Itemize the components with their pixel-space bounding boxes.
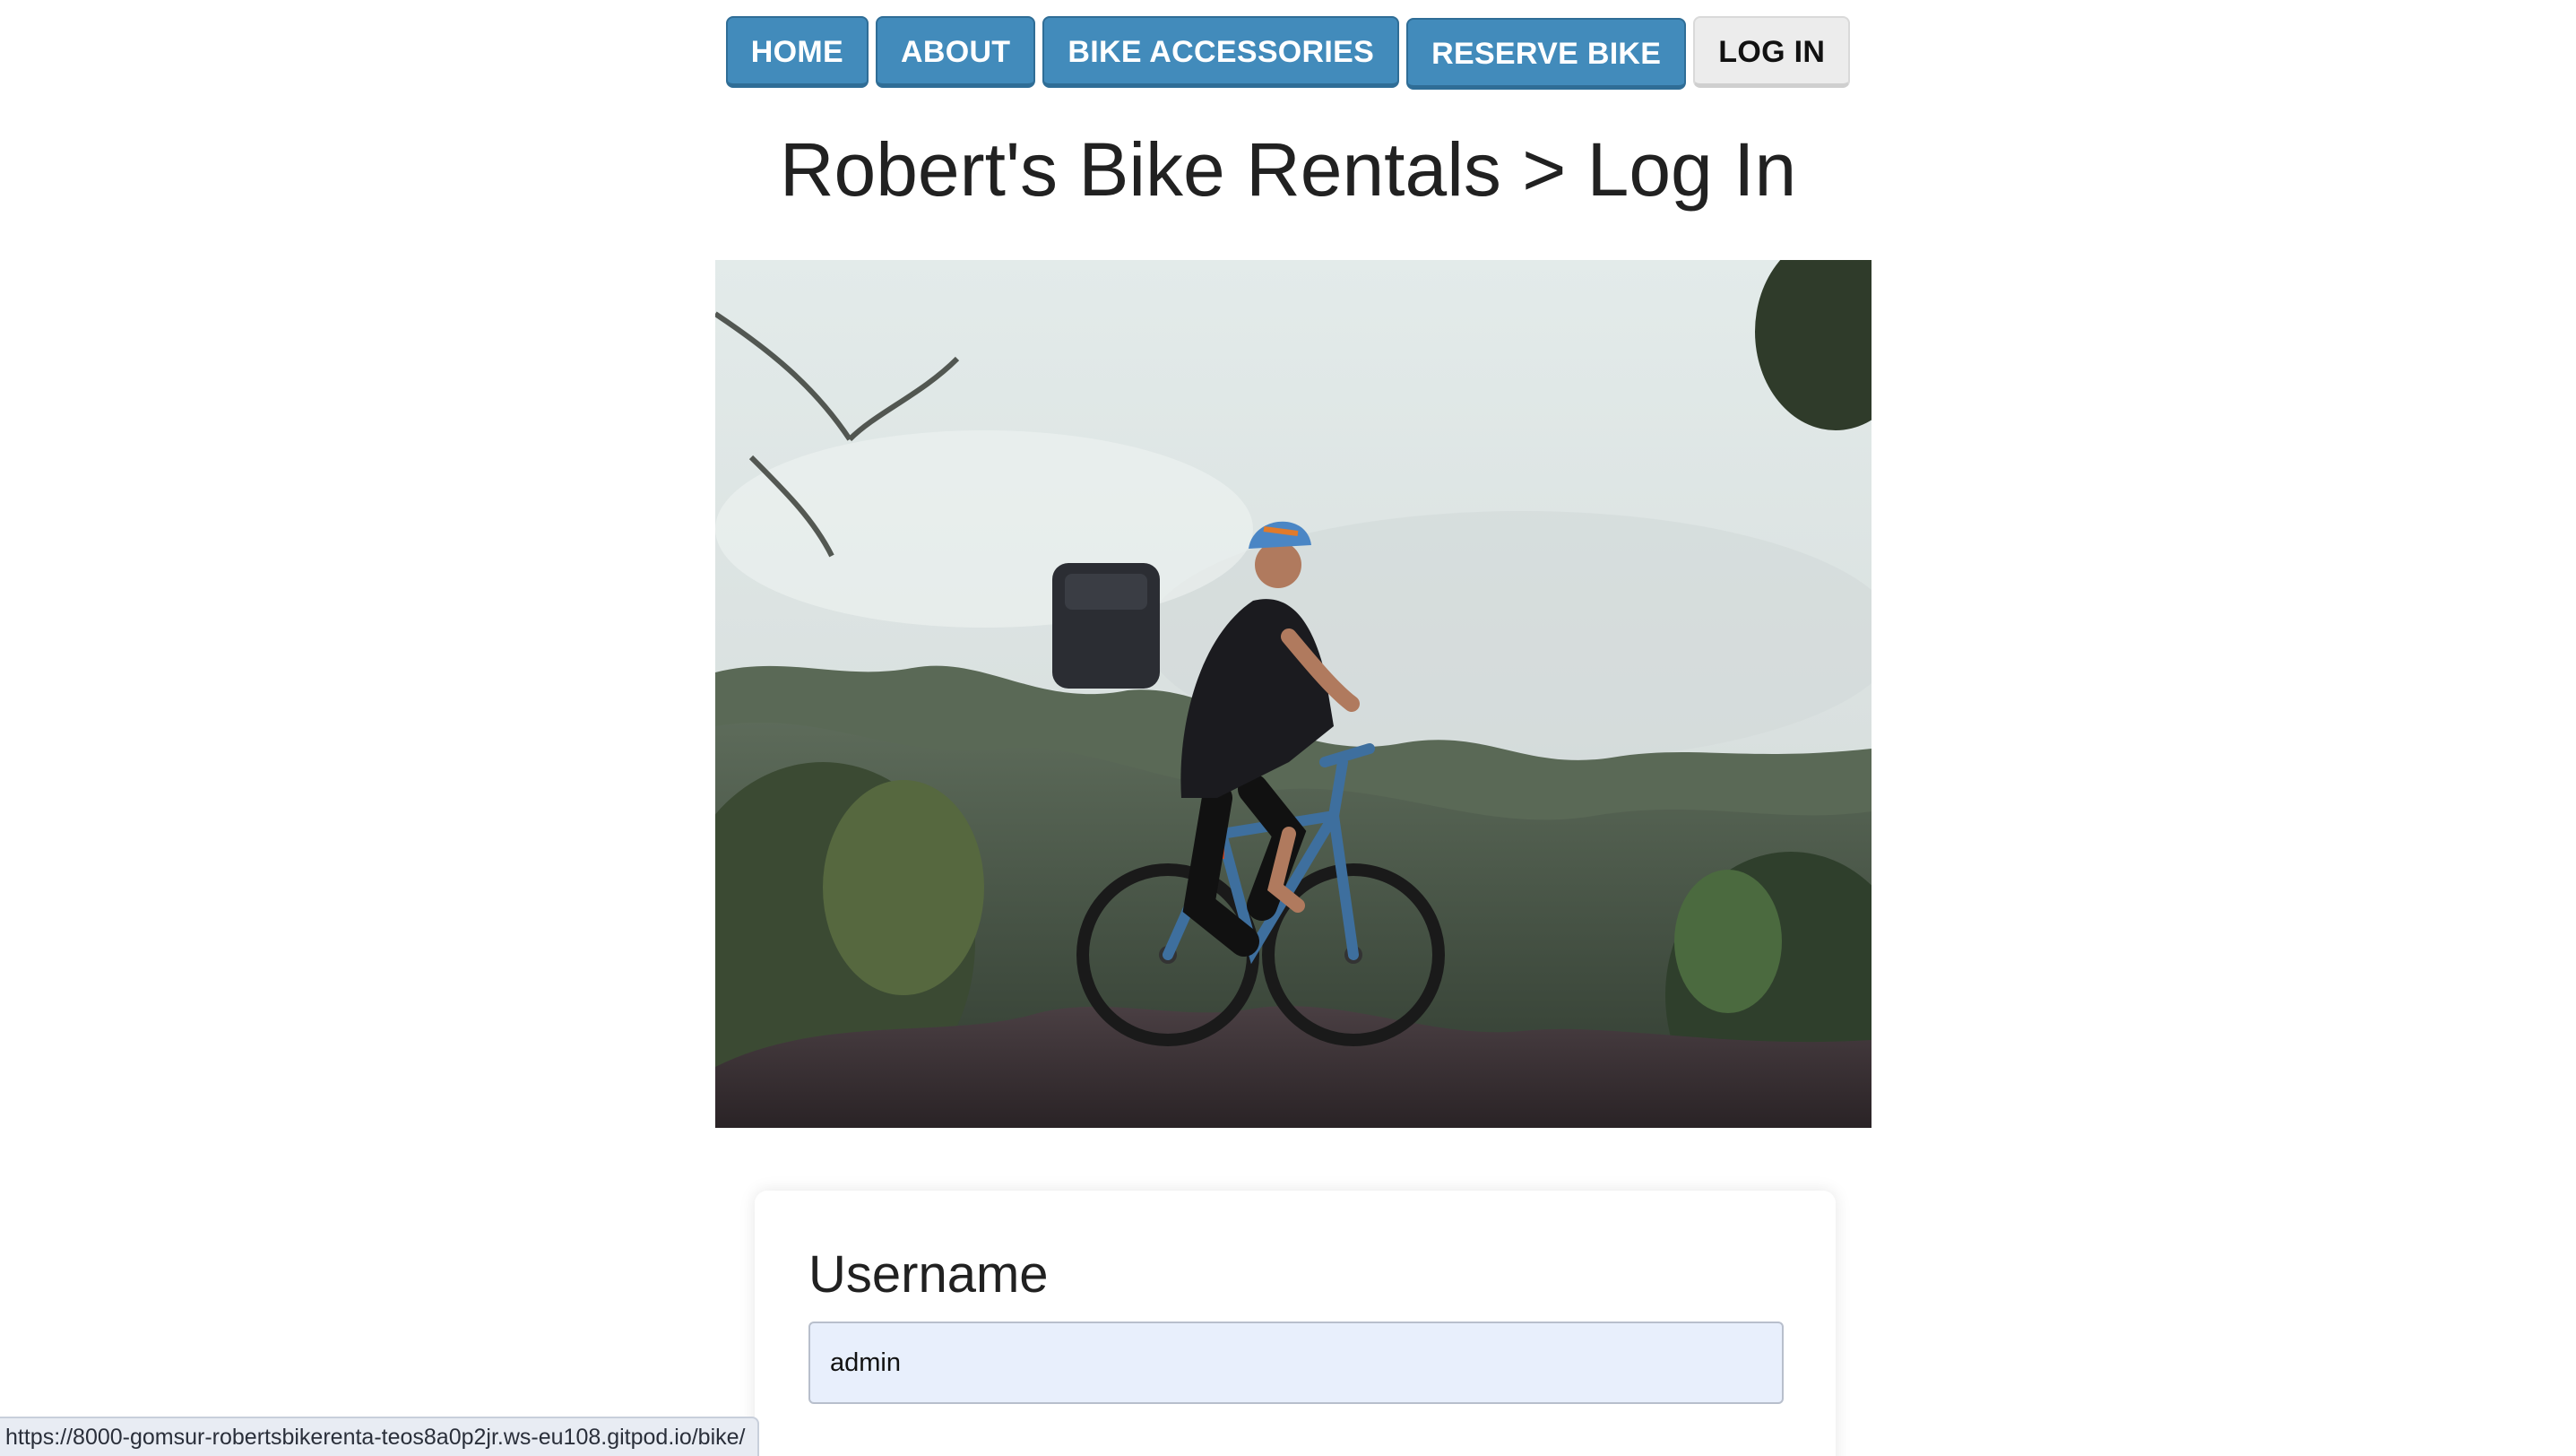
nav-bike-accessories-button[interactable]: BIKE ACCESSORIES bbox=[1042, 16, 1400, 88]
nav-log-in-button[interactable]: LOG IN bbox=[1693, 16, 1851, 88]
nav-home-button[interactable]: HOME bbox=[725, 16, 869, 88]
top-nav: HOME ABOUT BIKE ACCESSORIES RESERVE BIKE… bbox=[0, 16, 2576, 90]
mountain-biker-photo-icon bbox=[715, 260, 1871, 1128]
nav-reserve-bike-button[interactable]: RESERVE BIKE bbox=[1406, 18, 1687, 90]
page-title: Robert's Bike Rentals > Log In bbox=[779, 127, 1797, 212]
hero-image bbox=[715, 260, 1871, 1128]
username-label: Username bbox=[808, 1245, 1049, 1304]
login-card: Username bbox=[755, 1191, 1836, 1456]
nav-about-button[interactable]: ABOUT bbox=[876, 16, 1036, 88]
page: HOME ABOUT BIKE ACCESSORIES RESERVE BIKE… bbox=[0, 0, 2576, 1456]
username-input[interactable] bbox=[808, 1322, 1784, 1404]
status-bar-url: https://8000-gomsur-robertsbikerenta-teo… bbox=[0, 1417, 760, 1456]
